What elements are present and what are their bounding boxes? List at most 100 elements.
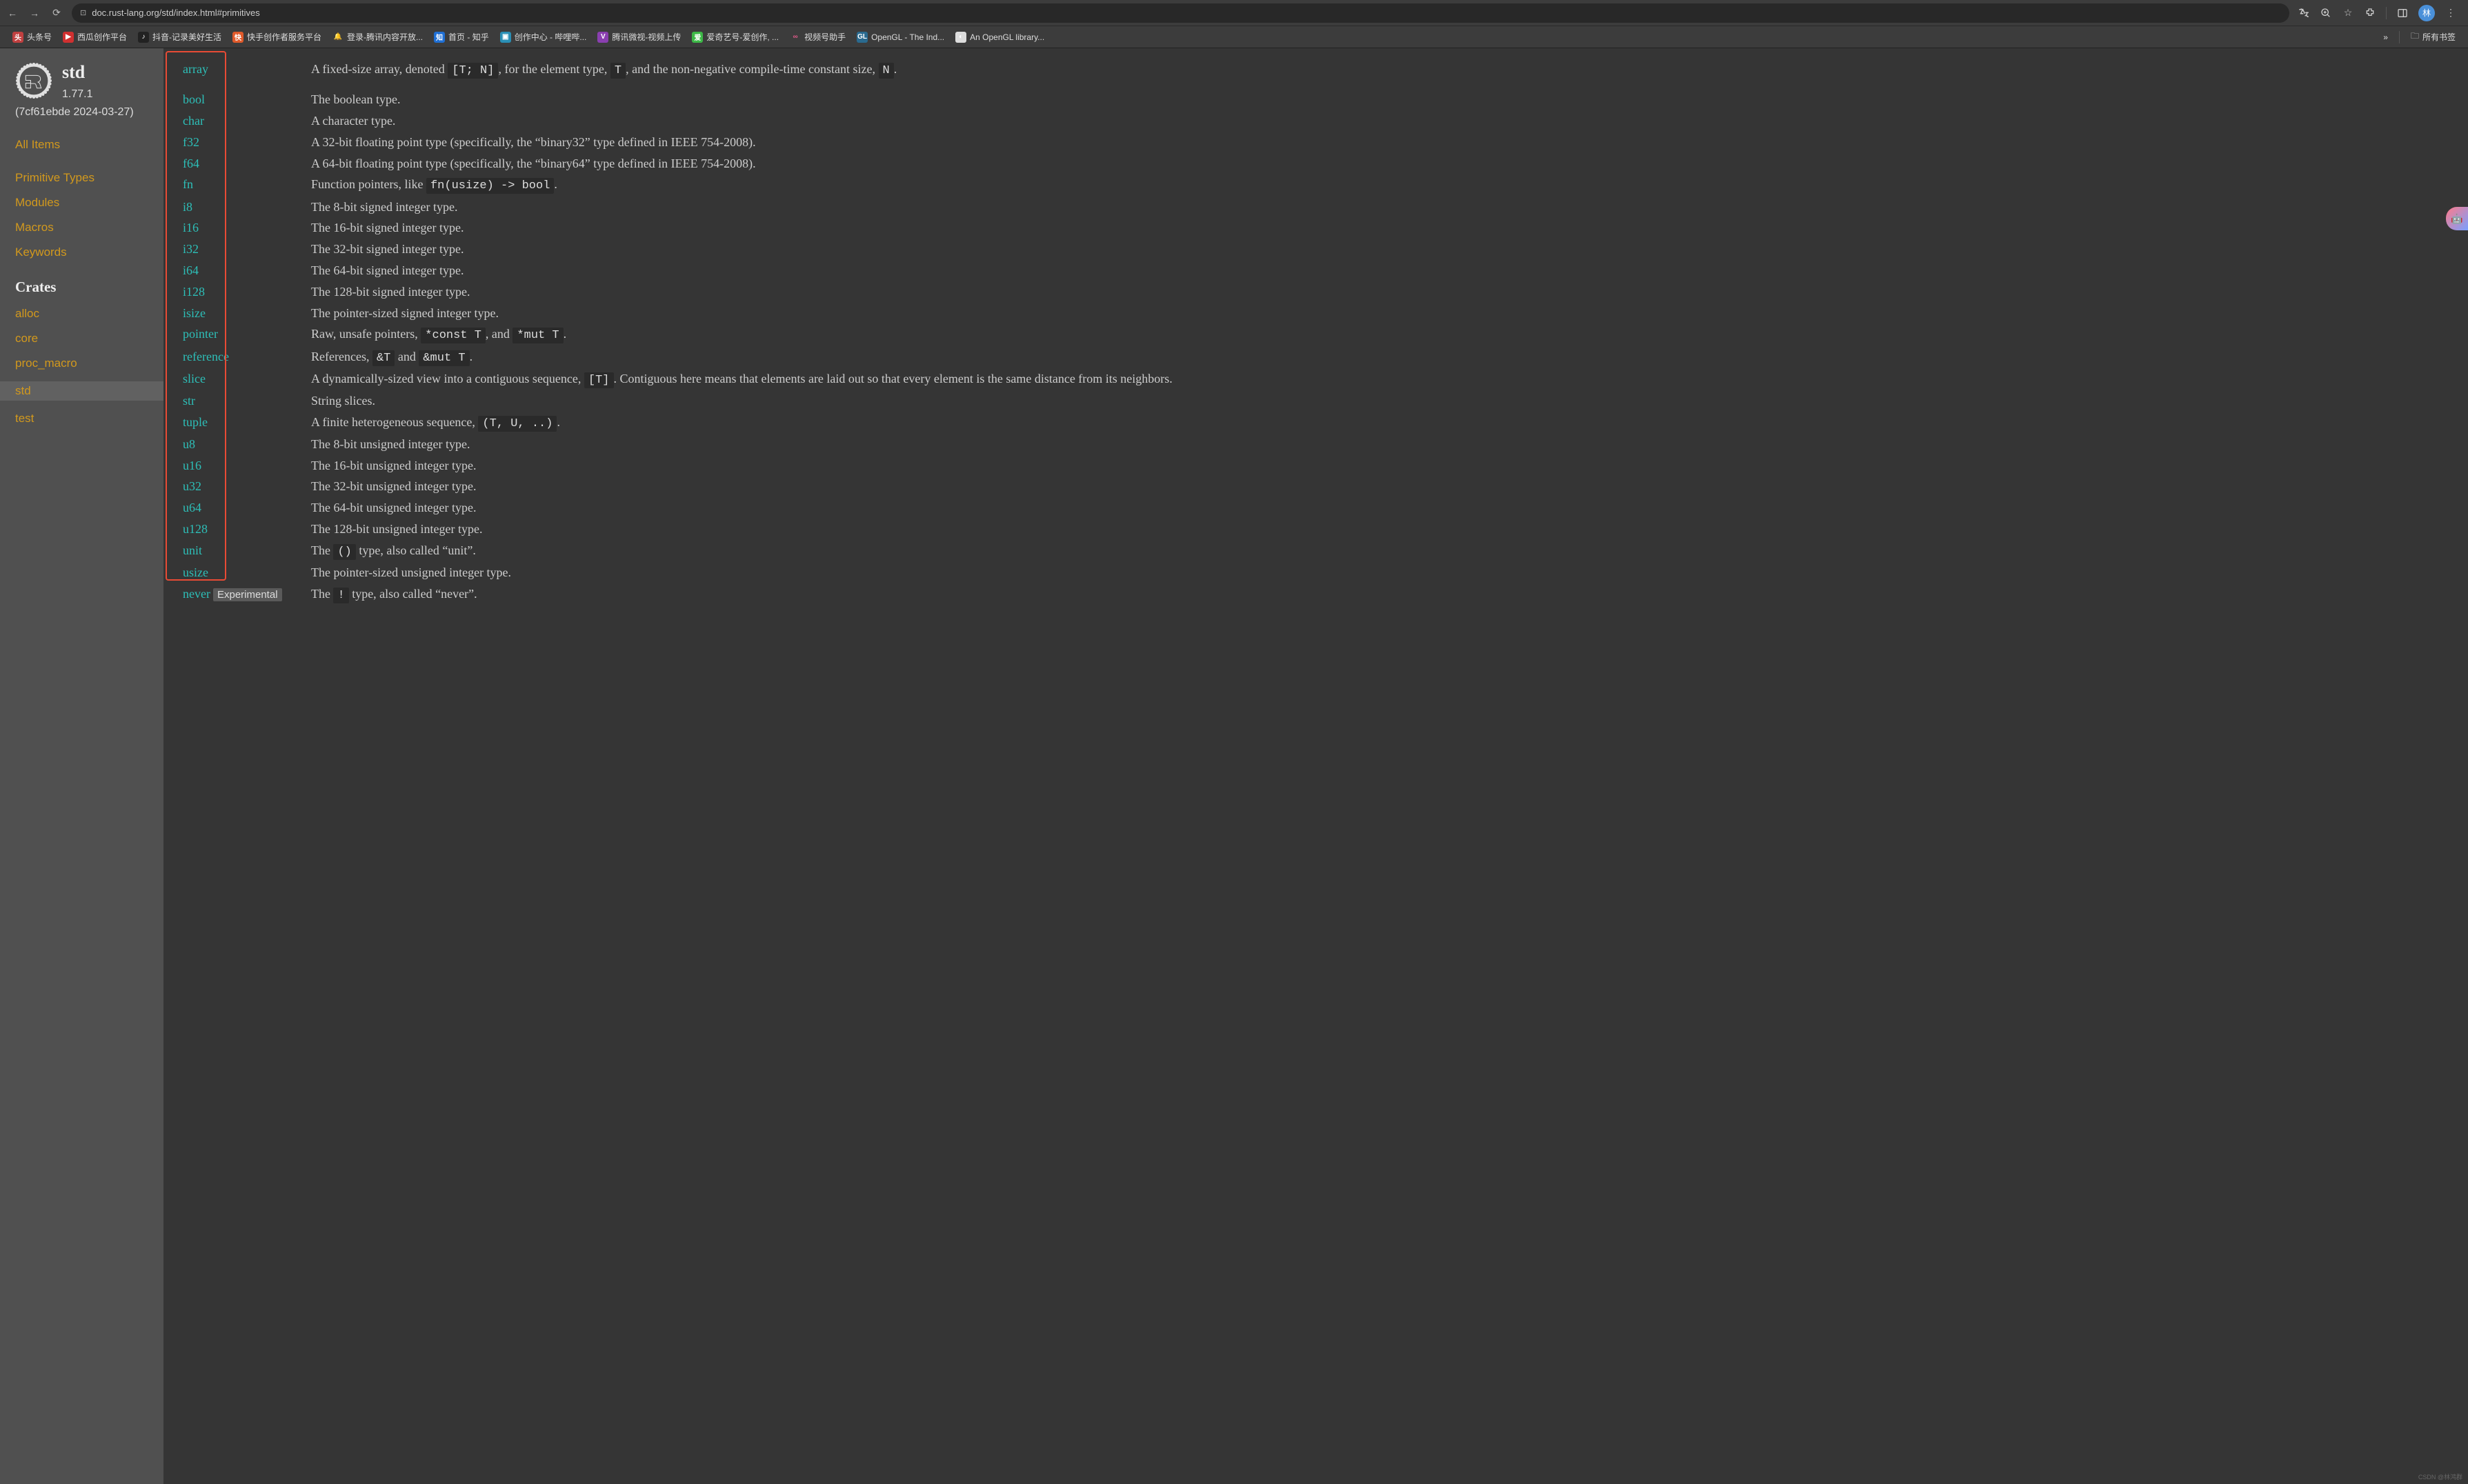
primitive-description: A finite heterogeneous sequence, (T, U, …	[311, 412, 2449, 433]
primitive-description: Raw, unsafe pointers, *const T, and *mut…	[311, 324, 2449, 345]
bookmark-label: 抖音-记录美好生活	[152, 31, 221, 43]
primitive-link[interactable]: i8	[183, 200, 192, 214]
primitive-link[interactable]: str	[183, 394, 195, 408]
primitive-link[interactable]: fn	[183, 177, 193, 191]
primitive-link[interactable]: i128	[183, 285, 205, 299]
extensions-icon[interactable]	[2364, 7, 2376, 19]
primitive-link[interactable]: i32	[183, 242, 199, 256]
primitive-link[interactable]: i16	[183, 221, 199, 234]
primitive-link[interactable]: u128	[183, 522, 208, 536]
experimental-badge: Experimental	[213, 588, 282, 601]
primitive-row: charA character type.	[183, 111, 2449, 131]
primitive-row: str String slices.	[183, 391, 2449, 411]
primitive-link[interactable]: array	[183, 62, 208, 76]
bookmark-item[interactable]: ♪抖音-记录美好生活	[134, 28, 226, 46]
primitive-description: The 64-bit unsigned integer type.	[311, 498, 2449, 518]
primitive-row: referenceReferences, &T and &mut T.	[183, 347, 2449, 368]
primitive-row: bool The boolean type.	[183, 90, 2449, 110]
all-bookmarks[interactable]: 🗀 所有书签	[2407, 27, 2460, 47]
sidebar-section-link[interactable]: Keywords	[15, 245, 148, 259]
bookmark-label: 首页 - 知乎	[448, 31, 489, 43]
bookmark-star-icon[interactable]: ☆	[2342, 7, 2354, 19]
bookmark-item[interactable]: ▣创作中心 - 哔哩哔...	[496, 28, 591, 46]
primitive-link[interactable]: slice	[183, 372, 206, 385]
primitive-row: arrayA fixed-size array, denoted [T; N],…	[183, 59, 2449, 80]
bookmark-item[interactable]: ◐An OpenGL library...	[951, 29, 1048, 46]
primitive-row: i16The 16-bit signed integer type.	[183, 218, 2449, 238]
primitive-description: The pointer-sized unsigned integer type.	[311, 563, 2449, 583]
translate-icon[interactable]	[2298, 7, 2310, 19]
primitive-link[interactable]: u16	[183, 459, 201, 472]
primitive-row: i64 The 64-bit signed integer type.	[183, 261, 2449, 281]
bookmark-favicon: 头	[12, 32, 23, 43]
profile-avatar[interactable]: 林	[2418, 5, 2435, 21]
sidebar-section-link[interactable]: Macros	[15, 221, 148, 234]
primitive-description: String slices.	[311, 391, 2449, 411]
primitive-link[interactable]: u8	[183, 437, 195, 451]
primitive-description: The pointer-sized signed integer type.	[311, 303, 2449, 323]
primitive-row: i32The 32-bit signed integer type.	[183, 239, 2449, 259]
all-items-link[interactable]: All Items	[15, 138, 148, 152]
primitive-row: f32 A 32-bit floating point type (specifi…	[183, 132, 2449, 152]
primitive-link[interactable]: char	[183, 114, 204, 128]
primitive-row: pointer Raw, unsafe pointers, *const T, a…	[183, 324, 2449, 345]
sidebar-section-link[interactable]: Modules	[15, 196, 148, 210]
bookmark-item[interactable]: 爱爱奇艺号-爱创作, ...	[688, 28, 783, 46]
crate-link[interactable]: alloc	[15, 307, 148, 321]
primitive-link[interactable]: pointer	[183, 327, 218, 341]
primitive-link[interactable]: u32	[183, 479, 201, 493]
bookmark-item[interactable]: ▶西瓜创作平台	[59, 28, 131, 46]
primitive-link[interactable]: f32	[183, 135, 199, 149]
primitive-link[interactable]: isize	[183, 306, 206, 320]
sidepanel-icon[interactable]	[2396, 7, 2409, 19]
bookmark-label: 头条号	[27, 31, 52, 43]
primitive-description: The 64-bit signed integer type.	[311, 261, 2449, 281]
bookmark-favicon: ♪	[138, 32, 149, 43]
menu-icon[interactable]: ⋮	[2445, 7, 2457, 19]
bookmark-favicon: V	[597, 32, 608, 43]
primitive-description: The 16-bit unsigned integer type.	[311, 456, 2449, 476]
bookmark-item[interactable]: V 腾讯微视-视频上传	[593, 28, 685, 46]
folder-icon: 🗀	[2411, 30, 2419, 44]
main-content: arrayA fixed-size array, denoted [T; N],…	[163, 48, 2468, 1484]
primitive-row: usize The pointer-sized unsigned integer …	[183, 563, 2449, 583]
bookmark-item[interactable]: 知首页 - 知乎	[430, 28, 493, 46]
crate-link[interactable]: core	[15, 332, 148, 345]
crate-name[interactable]: std	[62, 62, 92, 83]
floating-assistant-icon[interactable]: 🤖	[2446, 207, 2468, 230]
bookmark-item[interactable]: ∞视频号助手	[786, 28, 850, 46]
site-info-icon[interactable]: ⊡	[80, 8, 86, 17]
primitive-link[interactable]: reference	[183, 350, 229, 363]
bookmark-label: 视频号助手	[804, 31, 846, 43]
primitive-link[interactable]: f64	[183, 157, 199, 170]
back-button[interactable]: ←	[6, 6, 19, 20]
primitive-link[interactable]: u64	[183, 501, 201, 514]
crate-link[interactable]: test	[15, 412, 148, 425]
bookmark-item[interactable]: 🔔登录-腾讯内容开放...	[328, 28, 427, 46]
primitive-row: i128The 128-bit signed integer type.	[183, 282, 2449, 302]
primitive-link[interactable]: unit	[183, 543, 202, 557]
primitive-description: The boolean type.	[311, 90, 2449, 110]
primitive-link[interactable]: bool	[183, 92, 205, 106]
address-bar[interactable]: ⊡ doc.rust-lang.org/std/index.html#primi…	[72, 3, 2289, 23]
primitive-row: unitThe () type, also called “unit”.	[183, 541, 2449, 561]
primitive-row: u128The 128-bit unsigned integer type.	[183, 519, 2449, 539]
primitive-link[interactable]: usize	[183, 565, 208, 579]
toolbar-icons: ☆ 林 ⋮	[2298, 5, 2462, 21]
crate-link[interactable]: proc_macro	[15, 357, 148, 370]
primitive-link[interactable]: tuple	[183, 415, 208, 429]
primitive-description: A 32-bit floating point type (specifical…	[311, 132, 2449, 152]
bookmark-item[interactable]: 快快手创作者服务平台	[228, 28, 326, 46]
zoom-icon[interactable]	[2320, 7, 2332, 19]
bookmark-overflow[interactable]: »	[2379, 30, 2392, 45]
forward-button[interactable]: →	[28, 6, 41, 20]
bookmark-item[interactable]: 头头条号	[8, 28, 56, 46]
crate-link[interactable]: std	[0, 381, 163, 401]
bookmark-label: 腾讯微视-视频上传	[612, 31, 681, 43]
bookmark-item[interactable]: GLOpenGL - The Ind...	[853, 29, 948, 46]
primitive-description: The 8-bit unsigned integer type.	[311, 434, 2449, 454]
reload-button[interactable]: ⟳	[50, 6, 63, 20]
primitive-link[interactable]: never	[183, 587, 210, 601]
sidebar-section-link[interactable]: Primitive Types	[15, 171, 148, 185]
primitive-link[interactable]: i64	[183, 263, 199, 277]
